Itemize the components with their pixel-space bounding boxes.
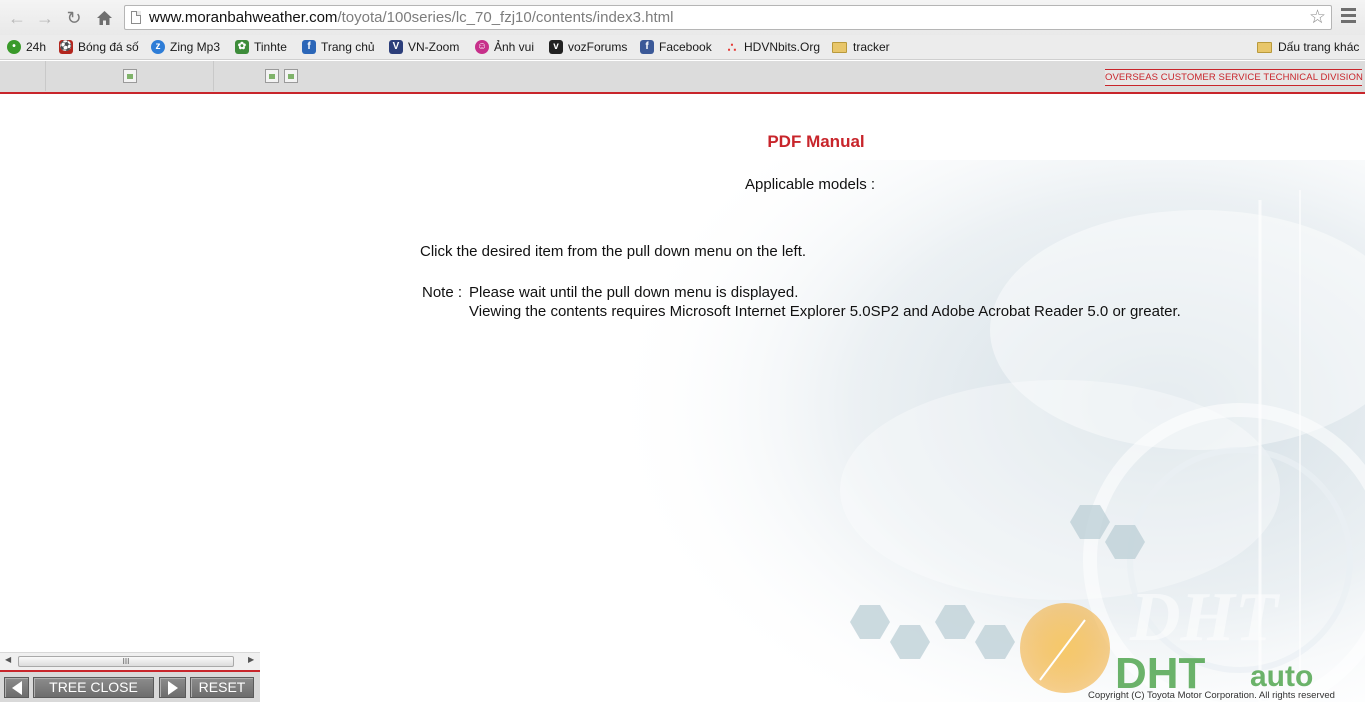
facebook-icon: f: [640, 40, 654, 54]
forward-arrow-icon[interactable]: →: [34, 7, 56, 29]
bookmark-anh-vui[interactable]: ☺ Ảnh vui: [475, 38, 534, 56]
broken-image-icon[interactable]: [284, 69, 298, 83]
applicable-models-label: Applicable models :: [745, 176, 876, 193]
folder-icon: [832, 41, 847, 53]
note-label: Note :: [422, 284, 463, 301]
reload-icon[interactable]: ↻: [63, 7, 85, 29]
browser-menu-icon[interactable]: [1341, 8, 1356, 26]
instruction-text: Click the desired item from the pull dow…: [420, 243, 807, 260]
background-artwork: DHT DHT auto: [560, 160, 1365, 702]
svg-text:DHT: DHT: [1129, 579, 1281, 656]
scroll-left-arrow-icon[interactable]: ◀: [5, 655, 11, 664]
back-arrow-icon[interactable]: ←: [6, 7, 28, 29]
copyright-text: Copyright (C) Toyota Motor Corporation. …: [1088, 690, 1335, 701]
horizontal-scrollbar[interactable]: ◀ III ▶: [0, 652, 260, 670]
other-bookmarks-folder[interactable]: Dấu trang khác: [1257, 38, 1359, 56]
page-icon: [131, 11, 141, 24]
scrollbar-thumb[interactable]: III: [18, 656, 234, 667]
bookmark-vozforums[interactable]: v vozForums: [549, 38, 627, 56]
dots-icon: ∴: [727, 39, 737, 55]
triangle-right-icon: [167, 681, 178, 695]
tree-control-bar: TREE CLOSE RESET: [0, 670, 260, 702]
bookmark-facebook[interactable]: f Facebook: [640, 38, 712, 56]
bookmarks-bar: • 24h ⚽ Bóng đá số z Zing Mp3 ✿ Tinhte f…: [0, 35, 1365, 60]
home-logo-icon: f: [302, 40, 316, 54]
ball-icon: ⚽: [59, 40, 73, 54]
note-line-2: Viewing the contents requires Microsoft …: [469, 303, 1181, 320]
bookmark-star-icon[interactable]: ☆: [1309, 7, 1326, 29]
home-icon[interactable]: [93, 7, 115, 29]
bookmark-trang-chu[interactable]: f Trang chủ: [302, 38, 375, 56]
manual-header: OVERSEAS CUSTOMER SERVICE TECHNICAL DIVI…: [0, 61, 1365, 94]
bookmark-vn-zoom[interactable]: V VN-Zoom: [389, 38, 459, 56]
logo-frame: [45, 61, 214, 91]
leaf-icon: ✿: [235, 40, 249, 54]
bookmark-folder-tracker[interactable]: tracker: [832, 38, 890, 56]
voz-icon: v: [549, 40, 563, 54]
triangle-left-icon: [11, 681, 22, 695]
vnzoom-icon: V: [389, 40, 403, 54]
browser-toolbar: ← → ↻ www.moranbahweather.com/toyota/100…: [0, 0, 1365, 35]
zing-icon: z: [151, 40, 165, 54]
smiley-icon: ☺: [475, 40, 489, 54]
url-text[interactable]: www.moranbahweather.com/toyota/100series…: [149, 9, 673, 26]
note-line-1: Please wait until the pull down menu is …: [469, 284, 799, 301]
svg-text:auto: auto: [1250, 660, 1313, 693]
tree-close-button[interactable]: TREE CLOSE: [33, 677, 154, 698]
bookmark-tinhte[interactable]: ✿ Tinhte: [235, 38, 287, 56]
division-label: OVERSEAS CUSTOMER SERVICE TECHNICAL DIVI…: [1105, 69, 1363, 86]
bookmark-zing-mp3[interactable]: z Zing Mp3: [151, 38, 220, 56]
clock-icon: •: [7, 40, 21, 54]
bookmark-bong-da-so[interactable]: ⚽ Bóng đá số: [59, 38, 139, 56]
broken-image-icon: [123, 69, 137, 83]
reset-button[interactable]: RESET: [190, 677, 254, 698]
bookmark-hdvnbits[interactable]: ∴ HDVNbits.Org: [725, 38, 820, 56]
scroll-right-arrow-icon[interactable]: ▶: [248, 655, 254, 664]
folder-icon: [1257, 41, 1272, 53]
page-title: PDF Manual: [767, 132, 865, 151]
bookmark-24h[interactable]: • 24h: [7, 38, 46, 56]
broken-image-icon[interactable]: [265, 69, 279, 83]
address-bar[interactable]: www.moranbahweather.com/toyota/100series…: [124, 5, 1332, 30]
previous-button[interactable]: [4, 677, 29, 698]
next-button[interactable]: [159, 677, 186, 698]
